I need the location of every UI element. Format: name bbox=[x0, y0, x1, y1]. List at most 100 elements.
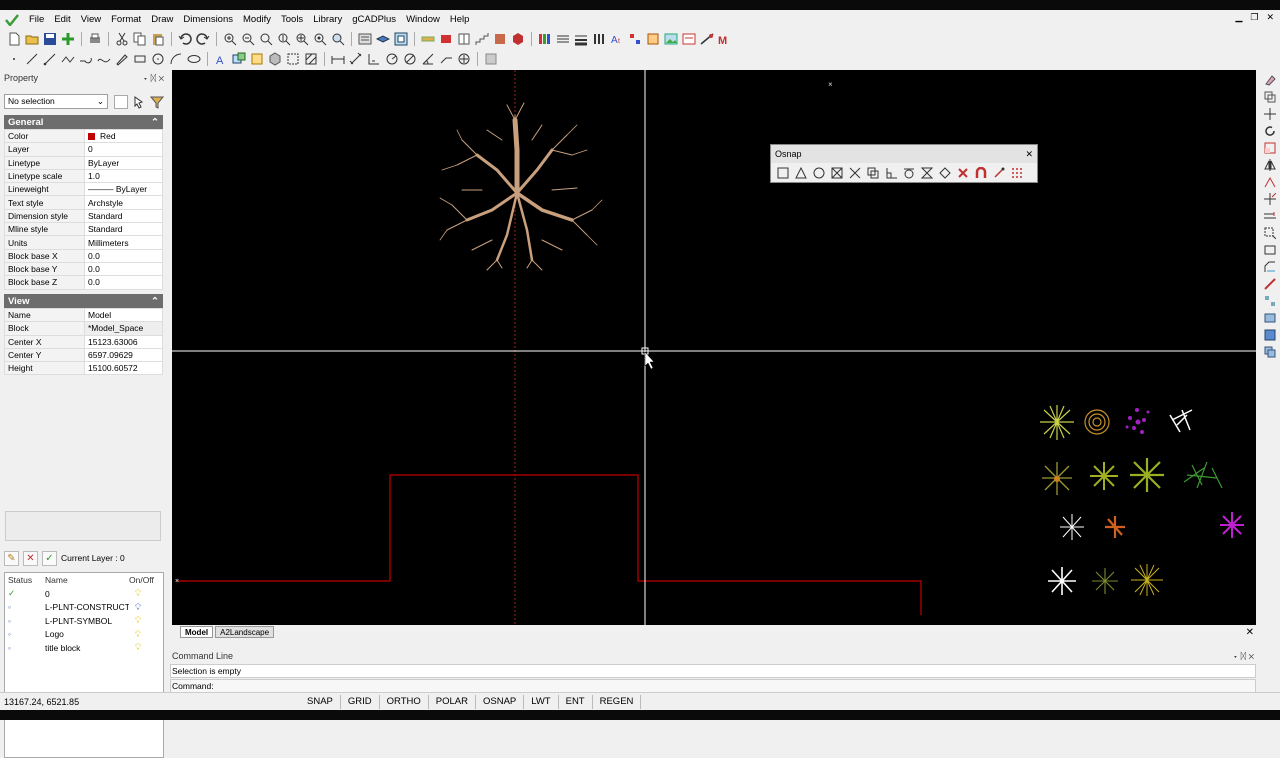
linetype-icon[interactable] bbox=[555, 31, 571, 47]
close-icon[interactable]: ✕ bbox=[1025, 149, 1033, 160]
mirror-icon[interactable] bbox=[1263, 157, 1277, 173]
menu-library[interactable]: Library bbox=[308, 10, 347, 29]
ent-toggle[interactable]: ENT bbox=[559, 694, 593, 709]
prop-row-block-base-y[interactable]: Block base Y 0.0 bbox=[4, 261, 163, 277]
move-icon[interactable] bbox=[1263, 106, 1277, 122]
lightbulb-icon[interactable]: 💡︎ bbox=[129, 602, 159, 613]
layer-row[interactable]: ✓ 0 💡︎ bbox=[5, 587, 163, 601]
distance-icon[interactable] bbox=[420, 31, 436, 47]
tab-a2landscape[interactable]: A2Landscape bbox=[215, 626, 275, 638]
column-status[interactable]: Status bbox=[5, 575, 45, 585]
prop-row-height[interactable]: Height 15100.60572 bbox=[4, 361, 163, 376]
menu-view[interactable]: View bbox=[76, 10, 106, 29]
region-icon[interactable] bbox=[267, 51, 283, 67]
text-icon[interactable]: At bbox=[609, 31, 625, 47]
layer-row[interactable]: ◦ Logo 💡︎ bbox=[5, 628, 163, 642]
general-section-header[interactable]: General ⌃ bbox=[4, 115, 163, 129]
prop-row-center-x[interactable]: Center X 15123.63006 bbox=[4, 334, 163, 349]
column-onoff[interactable]: On/Off bbox=[129, 575, 159, 585]
copy-icon[interactable] bbox=[132, 31, 148, 47]
close-icon[interactable]: ✕ bbox=[1266, 12, 1274, 23]
layer-row[interactable]: ◦ title block 💡︎ bbox=[5, 641, 163, 655]
prop-row-text-style[interactable]: Text style Archstyle bbox=[4, 195, 163, 210]
menu-edit[interactable]: Edit bbox=[49, 10, 75, 29]
menu-gcadplus[interactable]: gCADPlus bbox=[347, 10, 401, 29]
new-file-icon[interactable] bbox=[6, 31, 22, 47]
delete-layer-icon[interactable]: ✕ bbox=[23, 550, 38, 566]
lwt-toggle[interactable]: LWT bbox=[524, 694, 559, 709]
snap-node-icon[interactable] bbox=[829, 165, 845, 181]
layer-row[interactable]: ◦ L-PLNT-CONSTRUCT 💡︎ bbox=[5, 601, 163, 615]
undo-icon[interactable] bbox=[177, 31, 193, 47]
chamfer-icon[interactable] bbox=[1263, 259, 1277, 275]
dimension-angular-icon[interactable] bbox=[420, 51, 436, 67]
snap-magnet-icon[interactable] bbox=[973, 165, 989, 181]
freehand-icon[interactable] bbox=[114, 51, 130, 67]
prop-row-block-base-z[interactable]: Block base Z 0.0 bbox=[4, 275, 163, 290]
fillet-icon[interactable] bbox=[1263, 276, 1277, 292]
dimension-diameter-icon[interactable] bbox=[402, 51, 418, 67]
zoom-all-icon[interactable] bbox=[330, 31, 346, 47]
menu-help[interactable]: Help bbox=[445, 10, 475, 29]
grip-icon[interactable] bbox=[483, 51, 499, 67]
zoom-window-icon[interactable] bbox=[258, 31, 274, 47]
collapse-icon[interactable]: ⌃ bbox=[151, 117, 159, 128]
rotate-icon[interactable] bbox=[1263, 123, 1277, 139]
hatch-pattern-icon[interactable] bbox=[303, 51, 319, 67]
prop-row-color[interactable]: Color Red bbox=[4, 128, 163, 144]
paste-icon[interactable] bbox=[150, 31, 166, 47]
restore-icon[interactable]: ❐ bbox=[1250, 12, 1258, 23]
snap-extension-icon[interactable] bbox=[865, 165, 881, 181]
prop-row-mline-style[interactable]: Mline style Standard bbox=[4, 222, 163, 237]
lightbulb-icon[interactable]: 💡︎ bbox=[129, 642, 159, 653]
drawing-canvas[interactable]: × × bbox=[172, 70, 1256, 625]
explode-icon[interactable] bbox=[645, 31, 661, 47]
insert-image-icon[interactable] bbox=[663, 31, 679, 47]
ungroup-icon[interactable] bbox=[1263, 344, 1277, 360]
snap-quadrant-icon[interactable] bbox=[937, 165, 953, 181]
snap-nearest-icon[interactable] bbox=[919, 165, 935, 181]
set-current-layer-icon[interactable]: ✓ bbox=[42, 550, 57, 566]
properties-icon[interactable] bbox=[357, 31, 373, 47]
menu-tools[interactable]: Tools bbox=[276, 10, 308, 29]
menu-modify[interactable]: Modify bbox=[238, 10, 276, 29]
prop-row-dimension-style[interactable]: Dimension style Standard bbox=[4, 208, 163, 224]
polyline-icon[interactable] bbox=[60, 51, 76, 67]
menu-file[interactable]: File bbox=[24, 10, 49, 29]
chevron-down-icon[interactable]: ▾ bbox=[143, 73, 148, 83]
break-icon[interactable] bbox=[1263, 242, 1277, 258]
dimension-ordinate-icon[interactable] bbox=[366, 51, 382, 67]
zoom-previous-icon[interactable] bbox=[312, 31, 328, 47]
filter-icon[interactable] bbox=[149, 95, 165, 109]
osnap-toggle[interactable]: OSNAP bbox=[476, 694, 525, 709]
center-mark-icon[interactable] bbox=[456, 51, 472, 67]
open-folder-icon[interactable] bbox=[24, 31, 40, 47]
prop-row-units[interactable]: Units Millimeters bbox=[4, 235, 163, 250]
layer-manager-icon[interactable] bbox=[375, 31, 391, 47]
prop-row-linetype-scale[interactable]: Linetype scale 1.0 bbox=[4, 168, 163, 184]
align-icon[interactable] bbox=[1263, 310, 1277, 326]
menu-draw[interactable]: Draw bbox=[146, 10, 178, 29]
measure-icon[interactable] bbox=[699, 31, 715, 47]
circle-icon[interactable] bbox=[150, 51, 166, 67]
stair-icon[interactable] bbox=[474, 31, 490, 47]
cut-icon[interactable] bbox=[114, 31, 130, 47]
copy-object-icon[interactable] bbox=[1263, 89, 1277, 105]
select-objects-icon[interactable] bbox=[132, 95, 146, 109]
lightbulb-icon[interactable]: 💡︎ bbox=[129, 615, 159, 626]
snap-grid-icon[interactable] bbox=[1009, 165, 1025, 181]
prop-row-block[interactable]: Block *Model_Space bbox=[4, 321, 163, 336]
snap-center-icon[interactable] bbox=[811, 165, 827, 181]
block-icon[interactable] bbox=[510, 31, 526, 47]
menu-dimensions[interactable]: Dimensions bbox=[178, 10, 238, 29]
quick-select-icon[interactable] bbox=[114, 95, 128, 109]
dimension-radius-icon[interactable] bbox=[384, 51, 400, 67]
prop-row-linetype[interactable]: Linetype ByLayer bbox=[4, 155, 163, 170]
menu-format[interactable]: Format bbox=[106, 10, 146, 29]
prop-row-block-base-x[interactable]: Block base X 0.0 bbox=[4, 248, 163, 263]
group-icon[interactable] bbox=[1263, 327, 1277, 343]
boundary-icon[interactable] bbox=[285, 51, 301, 67]
close-icon[interactable]: ✕ bbox=[1246, 627, 1254, 638]
rectangle-icon[interactable] bbox=[132, 51, 148, 67]
view-section-header[interactable]: View ⌃ bbox=[4, 294, 163, 308]
